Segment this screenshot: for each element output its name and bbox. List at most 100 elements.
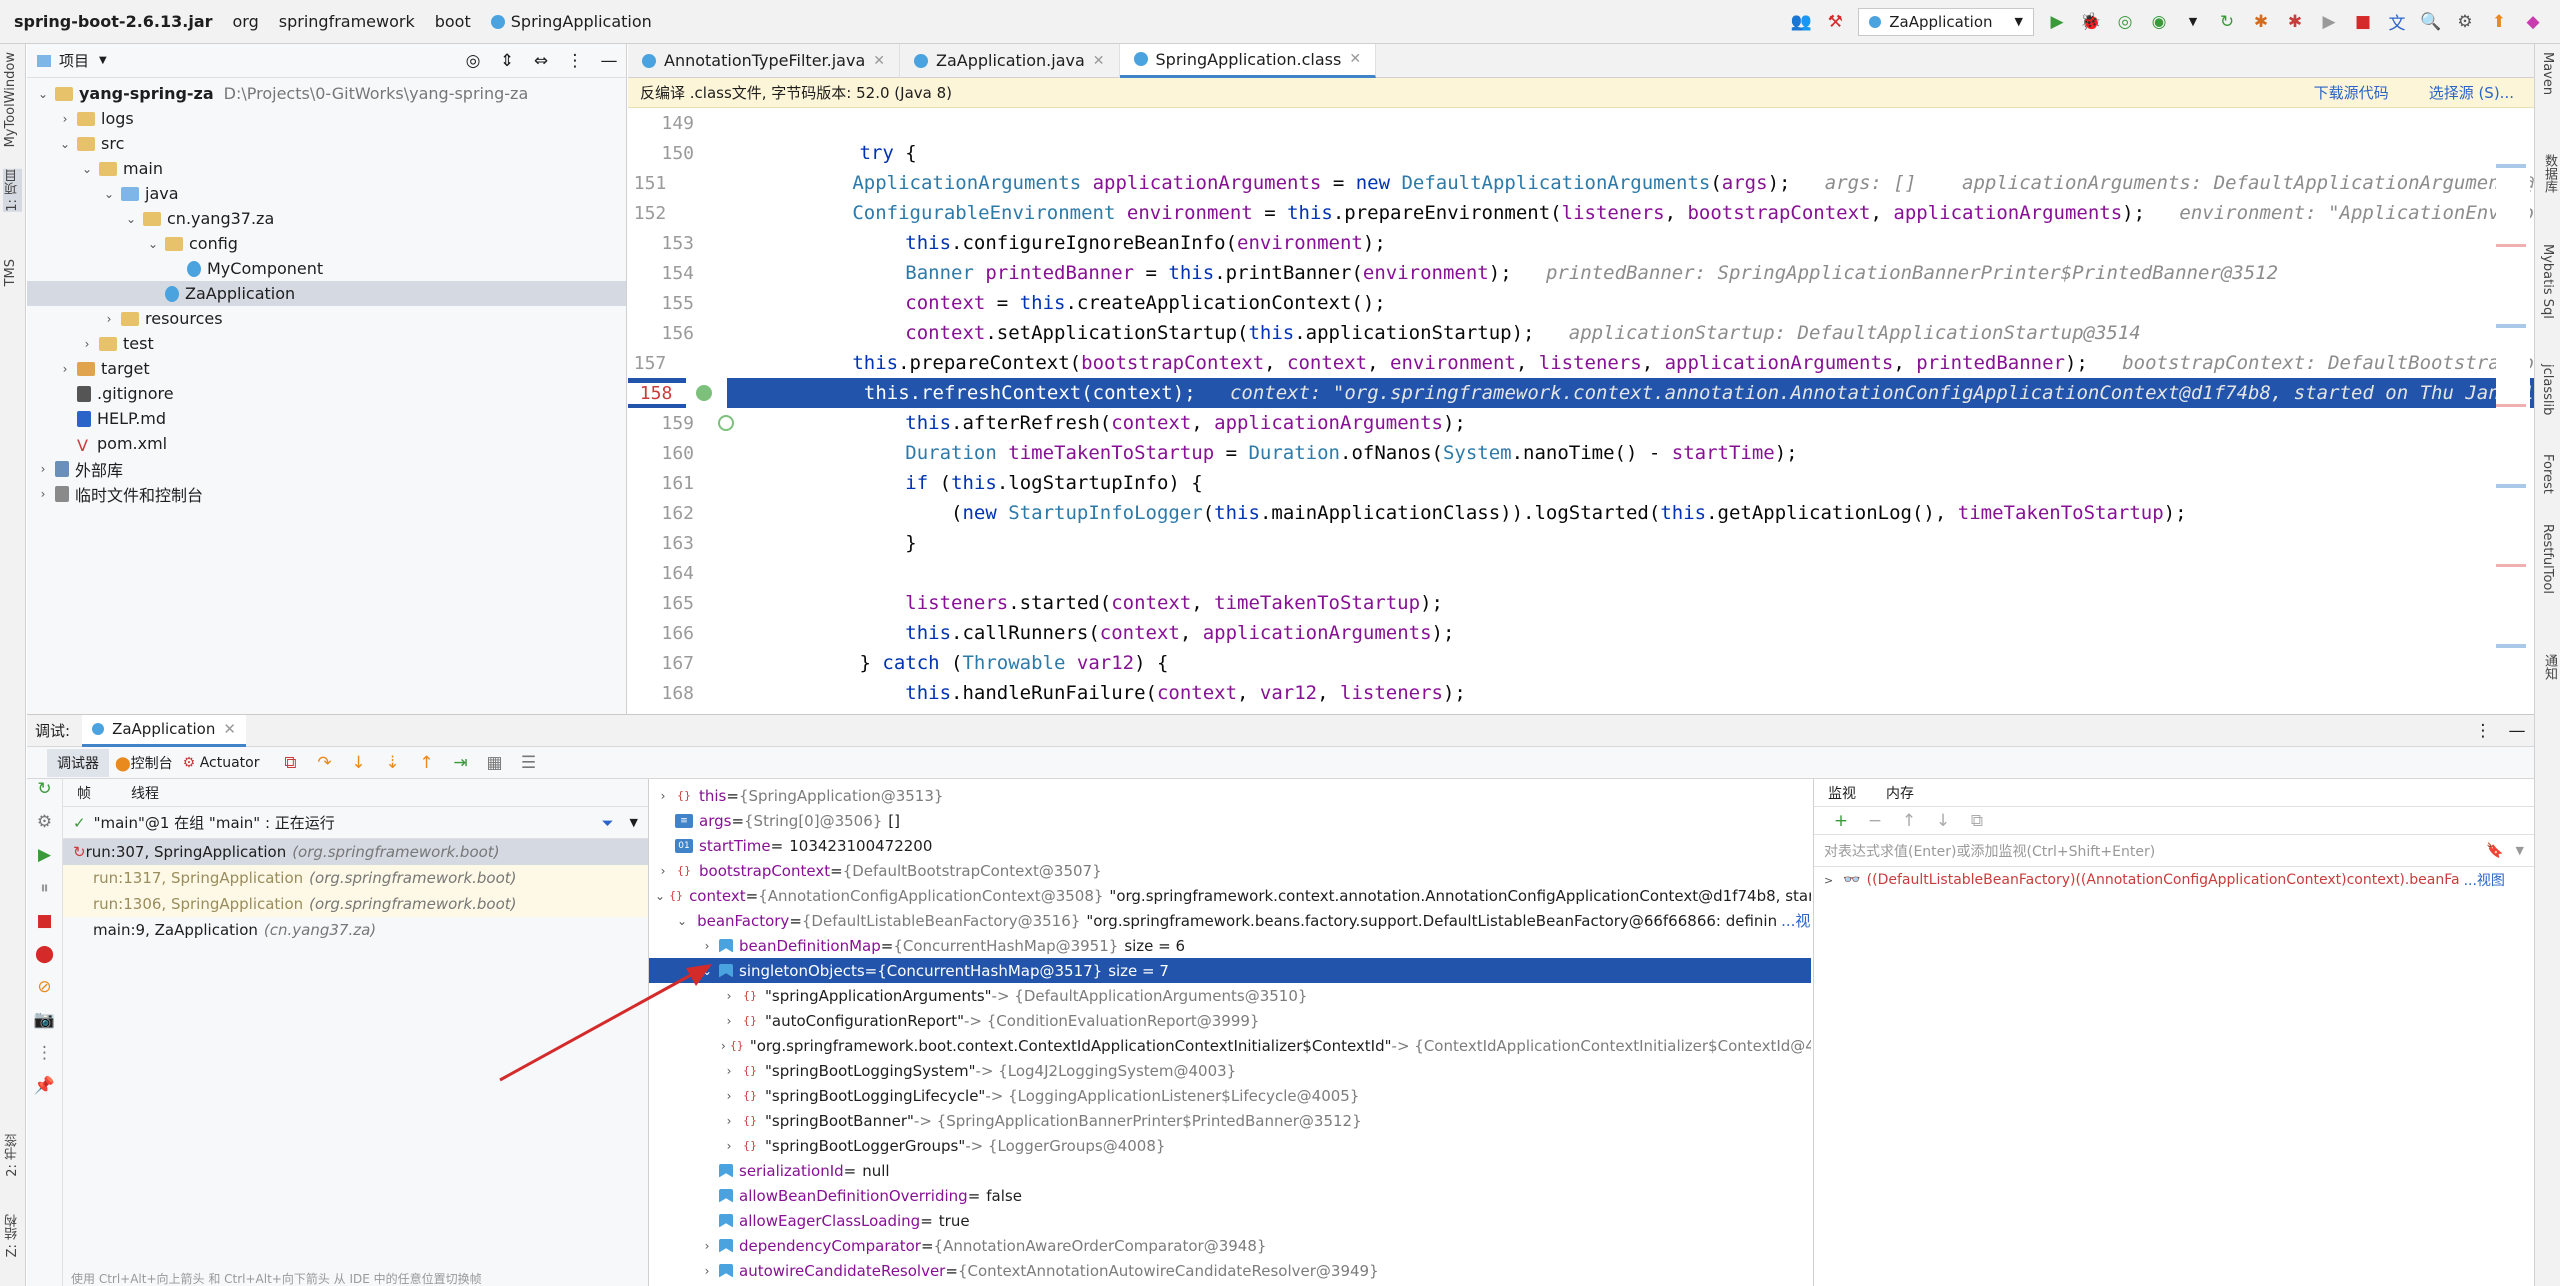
view-link[interactable]: ...视图 [1781,910,1811,931]
gutter[interactable] [680,198,715,228]
settings-icon[interactable]: ⚙ [2452,9,2478,35]
rerun-icon[interactable]: ↻ [27,779,62,812]
update-icon[interactable]: ⬆ [2486,9,2512,35]
chevron-down-icon[interactable]: ⌄ [101,187,117,201]
chevron-down-icon[interactable]: ⌄ [57,137,73,151]
code-line[interactable]: 166 this.callRunners(context, applicatio… [628,618,2534,648]
line-number[interactable]: 150 [628,143,708,164]
gutter[interactable] [708,138,768,168]
run-config-select[interactable]: ZaApplication ▼ [1858,7,2034,36]
hammer-icon[interactable]: ⚒ [1822,9,1848,35]
chevron-down-icon[interactable]: ⌄ [79,162,95,176]
move-down-icon[interactable]: ↓ [1930,808,1956,834]
stack-frame[interactable]: run:1306, SpringApplication (org.springfr… [63,891,648,917]
bug-icon[interactable]: ✱ [2248,9,2274,35]
chevron-right-icon[interactable]: › [57,112,73,126]
line-number[interactable]: 154 [628,263,708,284]
tool-window-notifications[interactable]: 通知 [2540,654,2559,680]
gutter[interactable] [708,498,768,528]
camera-icon[interactable]: 📷 [27,1010,62,1043]
chevron-down-icon[interactable]: ⌄ [677,914,687,928]
collapse-all-icon[interactable]: ⇔ [528,48,554,74]
gutter[interactable] [708,528,768,558]
code-line[interactable]: 149 [628,108,2534,138]
tree-item[interactable]: › target [27,356,626,381]
code-line[interactable]: 157 this.prepareContext(bootstrapContext… [628,348,2534,378]
step-into-icon[interactable]: ↓ [345,750,371,776]
pin-icon[interactable]: 📌 [27,1076,62,1109]
watch-input[interactable]: 对表达式求值(Enter)或添加监视(Ctrl+Shift+Enter) 🔖 ▼ [1814,835,2534,867]
options-icon[interactable]: ⋮ [562,48,588,74]
run-to-cursor-icon[interactable]: ⇥ [447,750,473,776]
tree-item[interactable]: ⌄ config [27,231,626,256]
tool-window-jclasslib[interactable]: jclasslib [2540,364,2555,415]
line-number[interactable]: 167 [628,653,708,674]
variable-row[interactable]: › {} this = {SpringApplication@3513} [649,783,1811,808]
variable-row[interactable]: ⌄ {} context = {AnnotationConfigApplicatio… [649,883,1811,908]
code-line[interactable]: 150 try { [628,138,2534,168]
stack-frame[interactable]: run:1317, SpringApplication (org.springfr… [63,865,648,891]
line-number[interactable]: 163 [628,533,708,554]
code-line[interactable]: 167 } catch (Throwable var12) { [628,648,2534,678]
variable-row[interactable]: ›{} "springBootLoggingLifecycle" -> {Logg… [649,1083,1811,1108]
code-area[interactable]: 149 150 try {151 ApplicationArguments app… [628,108,2534,714]
settings-icon[interactable]: ⚙ [27,812,62,845]
tool-window-database[interactable]: 数据库 [2540,154,2559,193]
tab-threads[interactable]: 线程 [131,783,159,803]
tree-item[interactable]: › 临时文件和控制台 [27,481,626,506]
gutter[interactable] [680,168,715,198]
breadcrumb-org[interactable]: org [233,12,259,31]
gutter[interactable] [708,588,768,618]
debug-icon[interactable]: 🐞 [2078,9,2104,35]
expand-all-icon[interactable]: ⇕ [494,48,520,74]
code-line[interactable]: 151 ApplicationArguments applicationArgu… [628,168,2534,198]
chevron-right-icon[interactable]: › [79,337,95,351]
tree-item[interactable]: MyComponent [27,256,626,281]
more-icon[interactable]: ⋮ [27,1043,62,1076]
watch-item[interactable]: > 👓 ((DefaultListableBeanFactory)((Annot… [1814,867,2534,893]
tool-window-bookmarks[interactable]: 2: 书签 [3,1134,22,1177]
chevron-right-icon[interactable]: › [699,939,715,953]
code-line[interactable]: 152 ConfigurableEnvironment environment … [628,198,2534,228]
code-line[interactable]: 165 listeners.started(context, timeTaken… [628,588,2534,618]
more-run-icon[interactable]: ▼ [2180,9,2206,35]
locate-icon[interactable]: ◎ [460,48,486,74]
copy-icon[interactable]: ⧉ [1964,808,1990,834]
variable-row[interactable]: allowEagerClassLoading = true [649,1208,1811,1233]
tree-item[interactable]: ⌄ src [27,131,626,156]
choose-sources-link[interactable]: 选择源 (S)... [2429,82,2514,103]
line-number[interactable]: 158 [628,382,687,404]
code-line[interactable]: 160 Duration timeTakenToStartup = Durati… [628,438,2534,468]
tab-actuator[interactable]: ⚙ Actuator [183,755,260,771]
chevron-right-icon[interactable]: › [699,1264,715,1278]
tree-item[interactable]: › logs [27,106,626,131]
attach-icon[interactable]: ▶ [2316,9,2342,35]
variable-row[interactable]: › dependencyComparator = {AnnotationAware… [649,1233,1811,1258]
tree-item[interactable]: ⌄ yang-spring-za D:\Projects\0-GitWorks\ya… [27,81,626,106]
tab-springapplication[interactable]: SpringApplication.class ✕ [1119,43,1377,78]
tab-annotationtypefilter[interactable]: AnnotationTypeFilter.java ✕ [628,43,900,78]
bookmark-icon[interactable]: 🔖 [2486,843,2503,859]
gutter[interactable] [708,258,768,288]
gutter[interactable] [708,618,768,648]
gutter[interactable] [708,438,768,468]
tree-item[interactable]: ZaApplication [27,281,626,306]
chevron-down-icon[interactable]: ▼ [630,816,638,829]
mute-breakpoints-icon[interactable]: ⊘ [27,977,62,1010]
variable-row[interactable]: ⌄ beanFactory = {DefaultListableBeanFacto… [649,908,1811,933]
line-number[interactable]: 159 [628,413,708,434]
variable-row[interactable]: ›{} "springApplicationArguments" -> {Defa… [649,983,1811,1008]
close-icon[interactable]: ✕ [223,720,236,738]
tree-item[interactable]: Vpom.xml [27,431,626,456]
breadcrumb-class[interactable]: SpringApplication [490,12,652,31]
pause-icon[interactable]: ⏸ [27,878,62,911]
tool-window-project[interactable]: 1: 项目 [3,169,22,212]
breakpoints-icon[interactable]: ⬤ [27,944,62,977]
close-icon[interactable]: ✕ [873,53,885,69]
gutter[interactable] [708,648,768,678]
tool-window-tms[interactable]: TMS [3,259,18,286]
code-line[interactable]: 164 [628,558,2534,588]
line-number[interactable]: 157 [628,353,680,374]
inline-debug-value[interactable]: bootstrapContext: DefaultBootstrapCo [2088,352,2534,374]
variable-row[interactable]: serializationId = null [649,1158,1811,1183]
